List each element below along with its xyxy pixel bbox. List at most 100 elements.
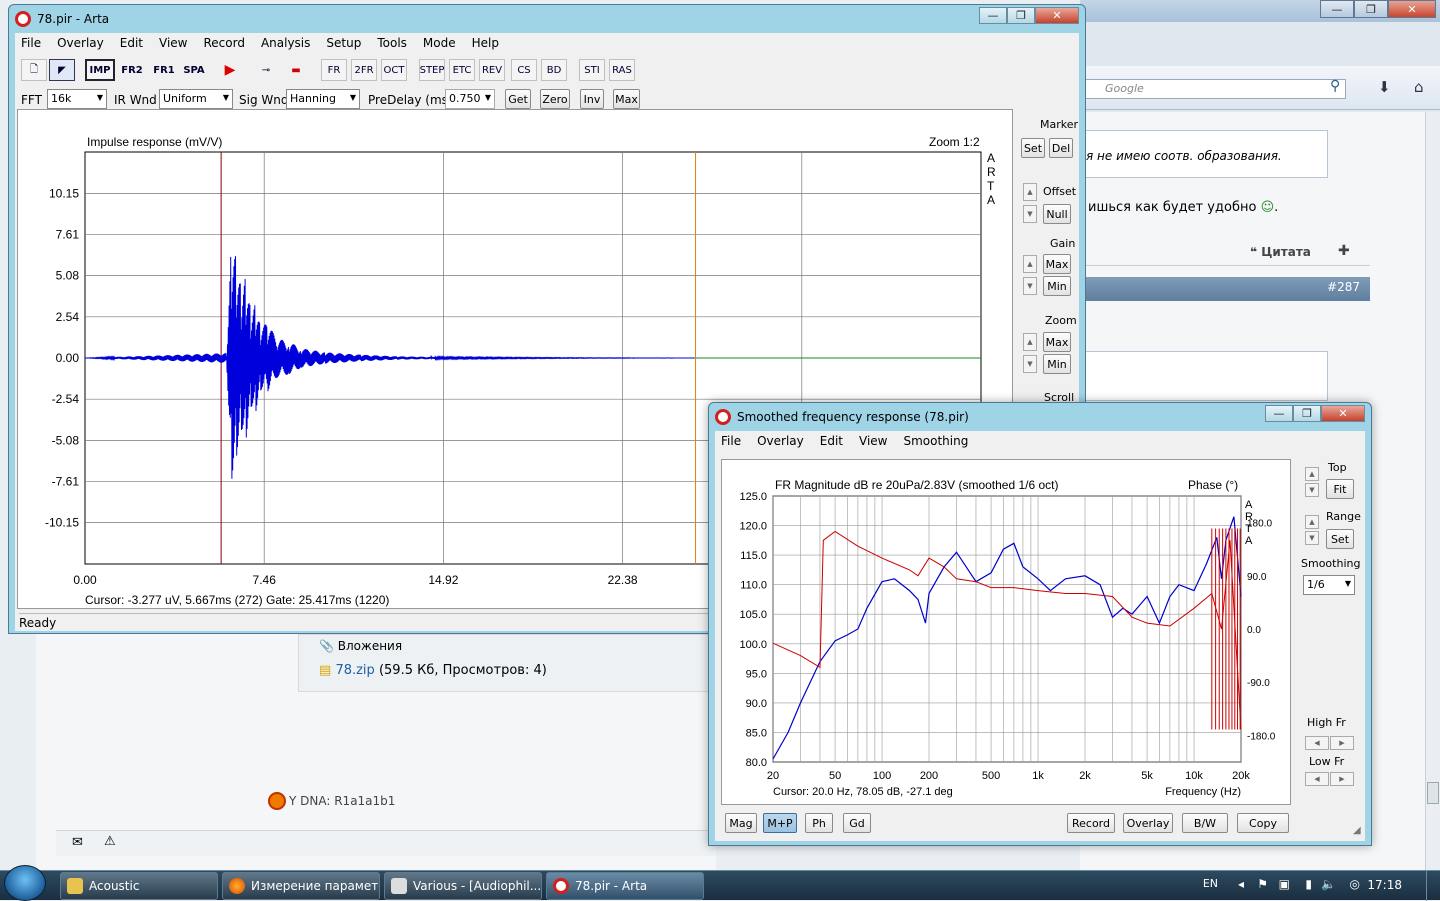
top-fit-button[interactable]: Fit	[1326, 479, 1354, 499]
record-button[interactable]: Record	[1067, 813, 1115, 833]
top-up-arrow[interactable]: ▲	[1305, 467, 1319, 481]
arta-menu-mode[interactable]: Mode	[423, 36, 456, 50]
smoothing-select[interactable]: 1/6	[1303, 575, 1355, 595]
sfr-menu-view[interactable]: View	[859, 434, 887, 448]
new-file-icon[interactable]: 🗋	[21, 59, 47, 81]
task-arta[interactable]: 78.pir - Arta	[546, 872, 704, 900]
arta-menu-file[interactable]: File	[21, 36, 41, 50]
imp-mode-button[interactable]: IMP	[85, 59, 115, 81]
arta-menu-help[interactable]: Help	[472, 36, 499, 50]
overlay-button[interactable]: Overlay	[1123, 813, 1173, 833]
arta-menu-view[interactable]: View	[159, 36, 187, 50]
high-fr-left-arrow[interactable]: ◀	[1305, 736, 1329, 750]
record-play-icon[interactable]: ▶	[217, 59, 243, 81]
cumulative-spectrum-icon[interactable]: CS	[511, 59, 537, 81]
etc-icon[interactable]: ETC	[449, 59, 475, 81]
marker-del-button[interactable]: Del	[1049, 138, 1073, 158]
browser-maximize-button[interactable]: ❐	[1354, 0, 1388, 18]
tray-icon-4[interactable]: ◎	[1350, 877, 1360, 891]
spa-mode-button[interactable]: SPA	[179, 59, 209, 81]
sfr-menu-file[interactable]: File	[721, 434, 741, 448]
tray-icon-3[interactable]: ▣	[1279, 877, 1290, 891]
zoom-up-arrow[interactable]: ▲	[1023, 333, 1037, 351]
copy-button[interactable]: Copy	[1237, 813, 1289, 833]
task-firefox[interactable]: Измерение парамет...	[222, 872, 380, 900]
ir-wnd-select[interactable]: Uniform	[159, 89, 233, 109]
sig-wnd-select[interactable]: Hanning	[286, 89, 360, 109]
sfr-close-button[interactable]: ✕	[1321, 405, 1365, 422]
rasti-icon[interactable]: RAS	[609, 59, 635, 81]
search-icon[interactable]: ⚲	[1330, 78, 1340, 94]
zoom-max-button[interactable]: Max	[1043, 332, 1071, 352]
gain-up-arrow[interactable]: ▲	[1023, 255, 1037, 273]
sfr-maximize-button[interactable]: ❐	[1293, 405, 1321, 422]
offset-up-arrow[interactable]: ▲	[1023, 183, 1037, 201]
arta-menu-record[interactable]: Record	[203, 36, 244, 50]
network-icon[interactable]: ▮	[1305, 877, 1312, 891]
range-set-button[interactable]: Set	[1326, 529, 1354, 549]
burst-decay-icon[interactable]: BD	[541, 59, 567, 81]
fr1-mode-button[interactable]: FR1	[149, 59, 179, 81]
sfr-menu-edit[interactable]: Edit	[820, 434, 843, 448]
resize-grip-icon[interactable]: ◢	[1353, 825, 1361, 836]
range-down-arrow[interactable]: ▼	[1305, 531, 1319, 545]
gain-min-button[interactable]: Min	[1043, 276, 1071, 296]
task-audio-player[interactable]: Various - [Audiophil...	[384, 872, 542, 900]
marker-set-button[interactable]: Set	[1021, 138, 1045, 158]
ph-button[interactable]: Ph	[805, 813, 833, 833]
high-fr-right-arrow[interactable]: ▶	[1330, 736, 1354, 750]
range-up-arrow[interactable]: ▲	[1305, 515, 1319, 529]
cursor-icon[interactable]: ◤	[49, 59, 75, 81]
fft-select[interactable]: 16k	[47, 89, 107, 109]
gd-button[interactable]: Gd	[843, 813, 871, 833]
oct-analysis-icon[interactable]: OCT	[381, 59, 407, 81]
predelay-input[interactable]: 0.750	[445, 89, 495, 109]
step-response-icon[interactable]: STEP	[419, 59, 445, 81]
arta-menu-edit[interactable]: Edit	[120, 36, 143, 50]
offset-null-button[interactable]: Null	[1043, 204, 1071, 224]
frequency-response-plot[interactable]: FR Magnitude dB re 20uPa/2.83V (smoothed…	[721, 459, 1291, 805]
email-icon[interactable]: ✉	[72, 835, 83, 850]
inv-button[interactable]: Inv	[580, 89, 604, 109]
home-icon[interactable]: ⌂	[1414, 78, 1424, 96]
report-icon[interactable]: ⚠	[104, 834, 116, 849]
sti-icon[interactable]: STI	[579, 59, 605, 81]
multi-quote-icon[interactable]: ✚	[1338, 243, 1350, 259]
fr2-mode-button[interactable]: FR2	[117, 59, 147, 81]
levels-icon[interactable]: ▬	[283, 59, 309, 81]
gain-max-button[interactable]: Max	[1043, 254, 1071, 274]
fr2-analysis-icon[interactable]: 2FR	[351, 59, 377, 81]
sfr-menu-overlay[interactable]: Overlay	[757, 434, 804, 448]
get-button[interactable]: Get	[505, 89, 531, 109]
browser-minimize-button[interactable]: —	[1320, 0, 1354, 18]
quote-button[interactable]: ❝ Цитата	[1250, 245, 1311, 259]
download-icon[interactable]: ⬇	[1378, 78, 1391, 96]
tray-icon-2[interactable]: ⚑	[1257, 877, 1268, 891]
arta-menu-analysis[interactable]: Analysis	[261, 36, 310, 50]
arta-menu-overlay[interactable]: Overlay	[57, 36, 104, 50]
sfr-minimize-button[interactable]: —	[1265, 405, 1293, 422]
show-desktop-button[interactable]	[1426, 871, 1440, 901]
scrollbar-thumb[interactable]	[1427, 782, 1439, 804]
bw-button[interactable]: B/W	[1182, 813, 1228, 833]
browser-scrollbar[interactable]	[1425, 112, 1440, 870]
post-number-link[interactable]: #287	[1327, 280, 1360, 294]
low-fr-right-arrow[interactable]: ▶	[1330, 772, 1354, 786]
arta-menu-tools[interactable]: Tools	[377, 36, 407, 50]
browser-close-button[interactable]: ✕	[1388, 0, 1436, 18]
close-button[interactable]: ✕	[1035, 7, 1079, 24]
top-down-arrow[interactable]: ▼	[1305, 483, 1319, 497]
volume-icon[interactable]: 🔈	[1321, 877, 1336, 891]
max-button[interactable]: Max	[613, 89, 640, 109]
start-button[interactable]	[4, 865, 46, 901]
sfr-menu-smoothing[interactable]: Smoothing	[903, 434, 968, 448]
fr-analysis-icon[interactable]: FR	[321, 59, 347, 81]
mp-button[interactable]: M+P	[763, 813, 797, 833]
minimize-button[interactable]: —	[979, 7, 1007, 24]
gain-down-arrow[interactable]: ▼	[1023, 277, 1037, 295]
mag-button[interactable]: Mag	[725, 813, 757, 833]
arta-menu-setup[interactable]: Setup	[326, 36, 361, 50]
zero-button[interactable]: Zero	[540, 89, 570, 109]
low-fr-left-arrow[interactable]: ◀	[1305, 772, 1329, 786]
generator-icon[interactable]: ⊸	[253, 59, 279, 81]
